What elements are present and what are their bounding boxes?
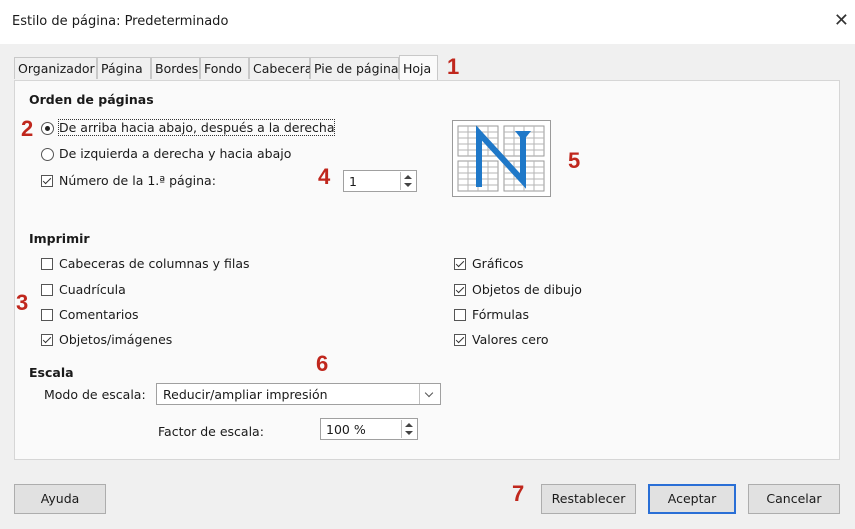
spin-buttons[interactable] — [400, 172, 415, 190]
spin-buttons[interactable] — [401, 420, 416, 438]
title-bar: Estilo de página: Predeterminado ✕ — [0, 0, 855, 44]
radio-top-down[interactable] — [41, 122, 54, 135]
print-zero-values-label[interactable]: Valores cero — [472, 332, 548, 347]
print-comments-label[interactable]: Comentarios — [59, 307, 139, 322]
annotation-1: 1 — [447, 54, 460, 79]
radio-top-down-label[interactable]: De arriba hacia abajo, después a la dere… — [57, 119, 336, 136]
print-formulas-checkbox[interactable] — [454, 309, 466, 321]
first-page-label[interactable]: Número de la 1.ª página: — [59, 173, 216, 188]
scale-mode-label: Modo de escala: — [44, 387, 146, 402]
print-charts-label[interactable]: Gráficos — [472, 256, 523, 271]
first-page-spinbox[interactable]: 1 — [343, 170, 417, 192]
cancel-button[interactable]: Cancelar — [748, 484, 840, 514]
annotation-2: 2 — [21, 116, 34, 141]
scale-factor-value: 100 % — [326, 422, 366, 437]
spin-up-icon[interactable] — [404, 175, 412, 179]
print-zero-values-checkbox[interactable] — [454, 334, 466, 346]
print-drawings-label[interactable]: Objetos de dibujo — [472, 282, 582, 297]
first-page-checkbox[interactable] — [41, 175, 53, 187]
page-order-preview-icon — [457, 125, 545, 192]
spin-down-icon[interactable] — [404, 183, 412, 187]
tab-pagina[interactable]: Página — [97, 57, 151, 79]
annotation-6: 6 — [316, 351, 329, 376]
page-order-heading: Orden de páginas — [29, 92, 154, 107]
spin-up-icon[interactable] — [405, 423, 413, 427]
print-comments-checkbox[interactable] — [41, 309, 53, 321]
help-button[interactable]: Ayuda — [14, 484, 106, 514]
reset-button[interactable]: Restablecer — [541, 484, 636, 514]
print-objects-checkbox[interactable] — [41, 334, 53, 346]
tab-hoja[interactable]: Hoja — [399, 55, 438, 80]
tab-organizador[interactable]: Organizador — [14, 57, 97, 79]
spin-down-icon[interactable] — [405, 431, 413, 435]
print-charts-checkbox[interactable] — [454, 258, 466, 270]
print-heading: Imprimir — [29, 231, 90, 246]
tab-bordes[interactable]: Bordes — [151, 57, 200, 79]
scale-mode-value: Reducir/ampliar impresión — [163, 387, 328, 402]
annotation-7: 7 — [512, 481, 525, 506]
print-headers-label[interactable]: Cabeceras de columnas y filas — [59, 256, 250, 271]
print-grid-label[interactable]: Cuadrícula — [59, 282, 126, 297]
tab-fondo[interactable]: Fondo — [200, 57, 249, 79]
ok-button[interactable]: Aceptar — [648, 484, 736, 514]
radio-left-right-label[interactable]: De izquierda a derecha y hacia abajo — [59, 146, 291, 161]
print-grid-checkbox[interactable] — [41, 284, 53, 296]
first-page-value: 1 — [349, 174, 357, 189]
tab-pie-de-pagina[interactable]: Pie de página — [310, 57, 399, 79]
print-formulas-label[interactable]: Fórmulas — [472, 307, 529, 322]
tab-panel-hoja: Orden de páginas De arriba hacia abajo, … — [14, 80, 840, 460]
tab-cabecera[interactable]: Cabecera — [249, 57, 312, 79]
print-headers-checkbox[interactable] — [41, 258, 53, 270]
scale-mode-select[interactable]: Reducir/ampliar impresión — [156, 383, 441, 405]
annotation-5: 5 — [568, 148, 581, 173]
chevron-down-icon[interactable] — [419, 384, 440, 404]
window-title: Estilo de página: Predeterminado — [12, 14, 229, 29]
scale-heading: Escala — [29, 365, 74, 380]
page-order-preview — [452, 120, 551, 197]
annotation-3: 3 — [16, 290, 29, 315]
close-icon[interactable]: ✕ — [834, 10, 849, 31]
radio-left-right[interactable] — [41, 148, 54, 161]
print-drawings-checkbox[interactable] — [454, 284, 466, 296]
annotation-4: 4 — [318, 164, 331, 189]
scale-factor-spinbox[interactable]: 100 % — [320, 418, 418, 440]
scale-factor-label: Factor de escala: — [158, 424, 264, 439]
print-objects-label[interactable]: Objetos/imágenes — [59, 332, 172, 347]
